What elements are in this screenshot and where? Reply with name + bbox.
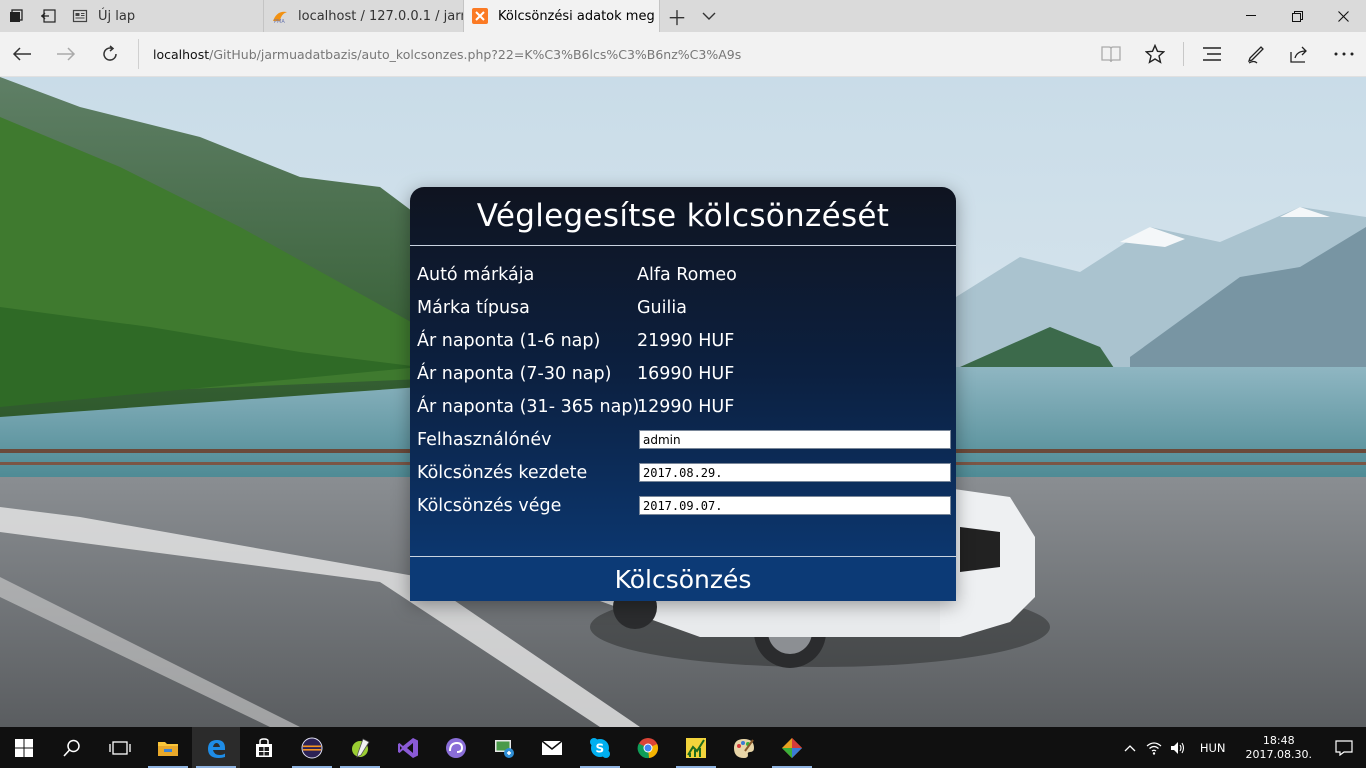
xampp-icon [472,8,488,24]
restore-button[interactable] [1274,0,1320,32]
start-windows-icon[interactable] [0,727,48,768]
network-icon[interactable] [1142,741,1166,755]
svg-text:S: S [596,741,605,755]
web-note-icon[interactable] [1234,32,1278,76]
url-path: /GitHub/jarmuadatbazis/auto_kolcsonzes.p… [209,46,742,62]
field-label: Kölcsönzés kezdete [417,462,588,483]
set-tabs-aside-icon[interactable] [32,0,64,32]
store-icon[interactable] [240,727,288,768]
detail-row-model: Márka típusa Guilia [417,291,956,324]
remote-app-icon[interactable] [480,727,528,768]
mail-icon[interactable] [528,727,576,768]
volume-icon[interactable] [1166,741,1190,755]
svg-text:PMA: PMA [274,19,285,24]
end-date-input[interactable] [639,496,951,515]
hub-icon[interactable] [1190,32,1234,76]
navigation-bar: localhost/GitHub/jarmuadatbazis/auto_kol… [0,32,1366,77]
clock[interactable]: 18:48 2017.08.30. [1236,734,1322,762]
field-label: Kölcsönzés vége [417,495,562,516]
file-explorer-icon[interactable] [144,727,192,768]
username-input[interactable] [639,430,951,449]
tab-bar: Új lap PMA localhost / 127.0.0.1 / jarmu… [0,0,1366,32]
back-button[interactable] [0,32,44,76]
field-label: Ár naponta (7-30 nap) [417,363,612,384]
tab-label: localhost / 127.0.0.1 / jarmu [298,8,464,24]
tab-label: Kölcsönzési adatok meg [498,8,655,24]
paint-palette-icon[interactable] [720,727,768,768]
rental-details: Autó márkája Alfa Romeo Márka típusa Gui… [410,246,956,522]
rent-submit-button[interactable]: Kölcsönzés [410,556,956,601]
detail-row-price-mid: Ár naponta (7-30 nap) 16990 HUF [417,357,956,390]
detail-row-brand: Autó márkája Alfa Romeo [417,258,956,291]
action-center-icon[interactable] [1322,739,1366,756]
search-icon[interactable] [48,727,96,768]
refresh-button[interactable] [88,32,132,76]
taskbar: S HUN 18:48 2017.08.30. [0,727,1366,768]
new-tab-button[interactable]: ＋ [660,0,694,32]
favorite-star-icon[interactable] [1133,32,1177,76]
field-label: Ár naponta (31- 365 nap) [417,396,640,417]
card-title: Véglegesítse kölcsönzését [410,187,956,246]
git-icon[interactable] [768,727,816,768]
page-content: Véglegesítse kölcsönzését Autó márkája A… [0,77,1366,727]
detail-row-price-short: Ár naponta (1-6 nap) 21990 HUF [417,324,956,357]
bittorrent-icon[interactable] [432,727,480,768]
chevron-down-icon[interactable] [694,0,724,32]
notepad-plus-plus-icon[interactable] [336,727,384,768]
visual-studio-icon[interactable] [384,727,432,768]
input-language[interactable]: HUN [1190,741,1236,755]
rental-confirmation-card: Véglegesítse kölcsönzését Autó márkája A… [410,187,956,601]
close-window-button[interactable] [1320,0,1366,32]
chrome-icon[interactable] [624,727,672,768]
tab-new-page[interactable]: Új lap [64,0,264,32]
edge-browser-icon[interactable] [192,727,240,768]
minimize-button[interactable] [1228,0,1274,32]
start-date-input[interactable] [639,463,951,482]
clock-date: 2017.08.30. [1245,747,1312,761]
field-value: 21990 HUF [637,330,735,351]
page-icon [72,8,88,24]
address-bar[interactable]: localhost/GitHub/jarmuadatbazis/auto_kol… [138,39,1089,69]
reading-view-icon[interactable] [1089,32,1133,76]
tab-phpmyadmin[interactable]: PMA localhost / 127.0.0.1 / jarmu [264,0,464,32]
input-row-start-date: Kölcsönzés kezdete [417,456,956,489]
field-value: 16990 HUF [637,363,735,384]
eclipse-icon[interactable] [288,727,336,768]
divider [1183,42,1184,66]
more-icon[interactable] [1322,32,1366,76]
field-label: Márka típusa [417,297,530,318]
clock-time: 18:48 [1262,733,1295,747]
system-tray: HUN 18:48 2017.08.30. [1118,727,1366,768]
tab-kolcsonzes[interactable]: Kölcsönzési adatok meg ✕ [464,0,660,32]
field-label: Autó márkája [417,264,535,285]
task-view-icon[interactable] [96,727,144,768]
detail-row-price-long: Ár naponta (31- 365 nap) 12990 HUF [417,390,956,423]
field-value: Alfa Romeo [637,264,737,285]
field-label: Felhasználónév [417,429,552,450]
tab-stack-icon[interactable] [0,0,32,32]
chart-app-icon[interactable] [672,727,720,768]
field-label: Ár naponta (1-6 nap) [417,330,601,351]
tab-label: Új lap [98,8,136,24]
url-host: localhost [153,46,210,62]
field-value: Guilia [637,297,687,318]
share-icon[interactable] [1278,32,1322,76]
input-row-end-date: Kölcsönzés vége [417,489,956,522]
phpmyadmin-icon: PMA [272,8,288,24]
skype-icon[interactable]: S [576,727,624,768]
chevron-up-icon[interactable] [1118,744,1142,752]
field-value: 12990 HUF [637,396,735,417]
input-row-username: Felhasználónév [417,423,956,456]
forward-button[interactable] [44,32,88,76]
